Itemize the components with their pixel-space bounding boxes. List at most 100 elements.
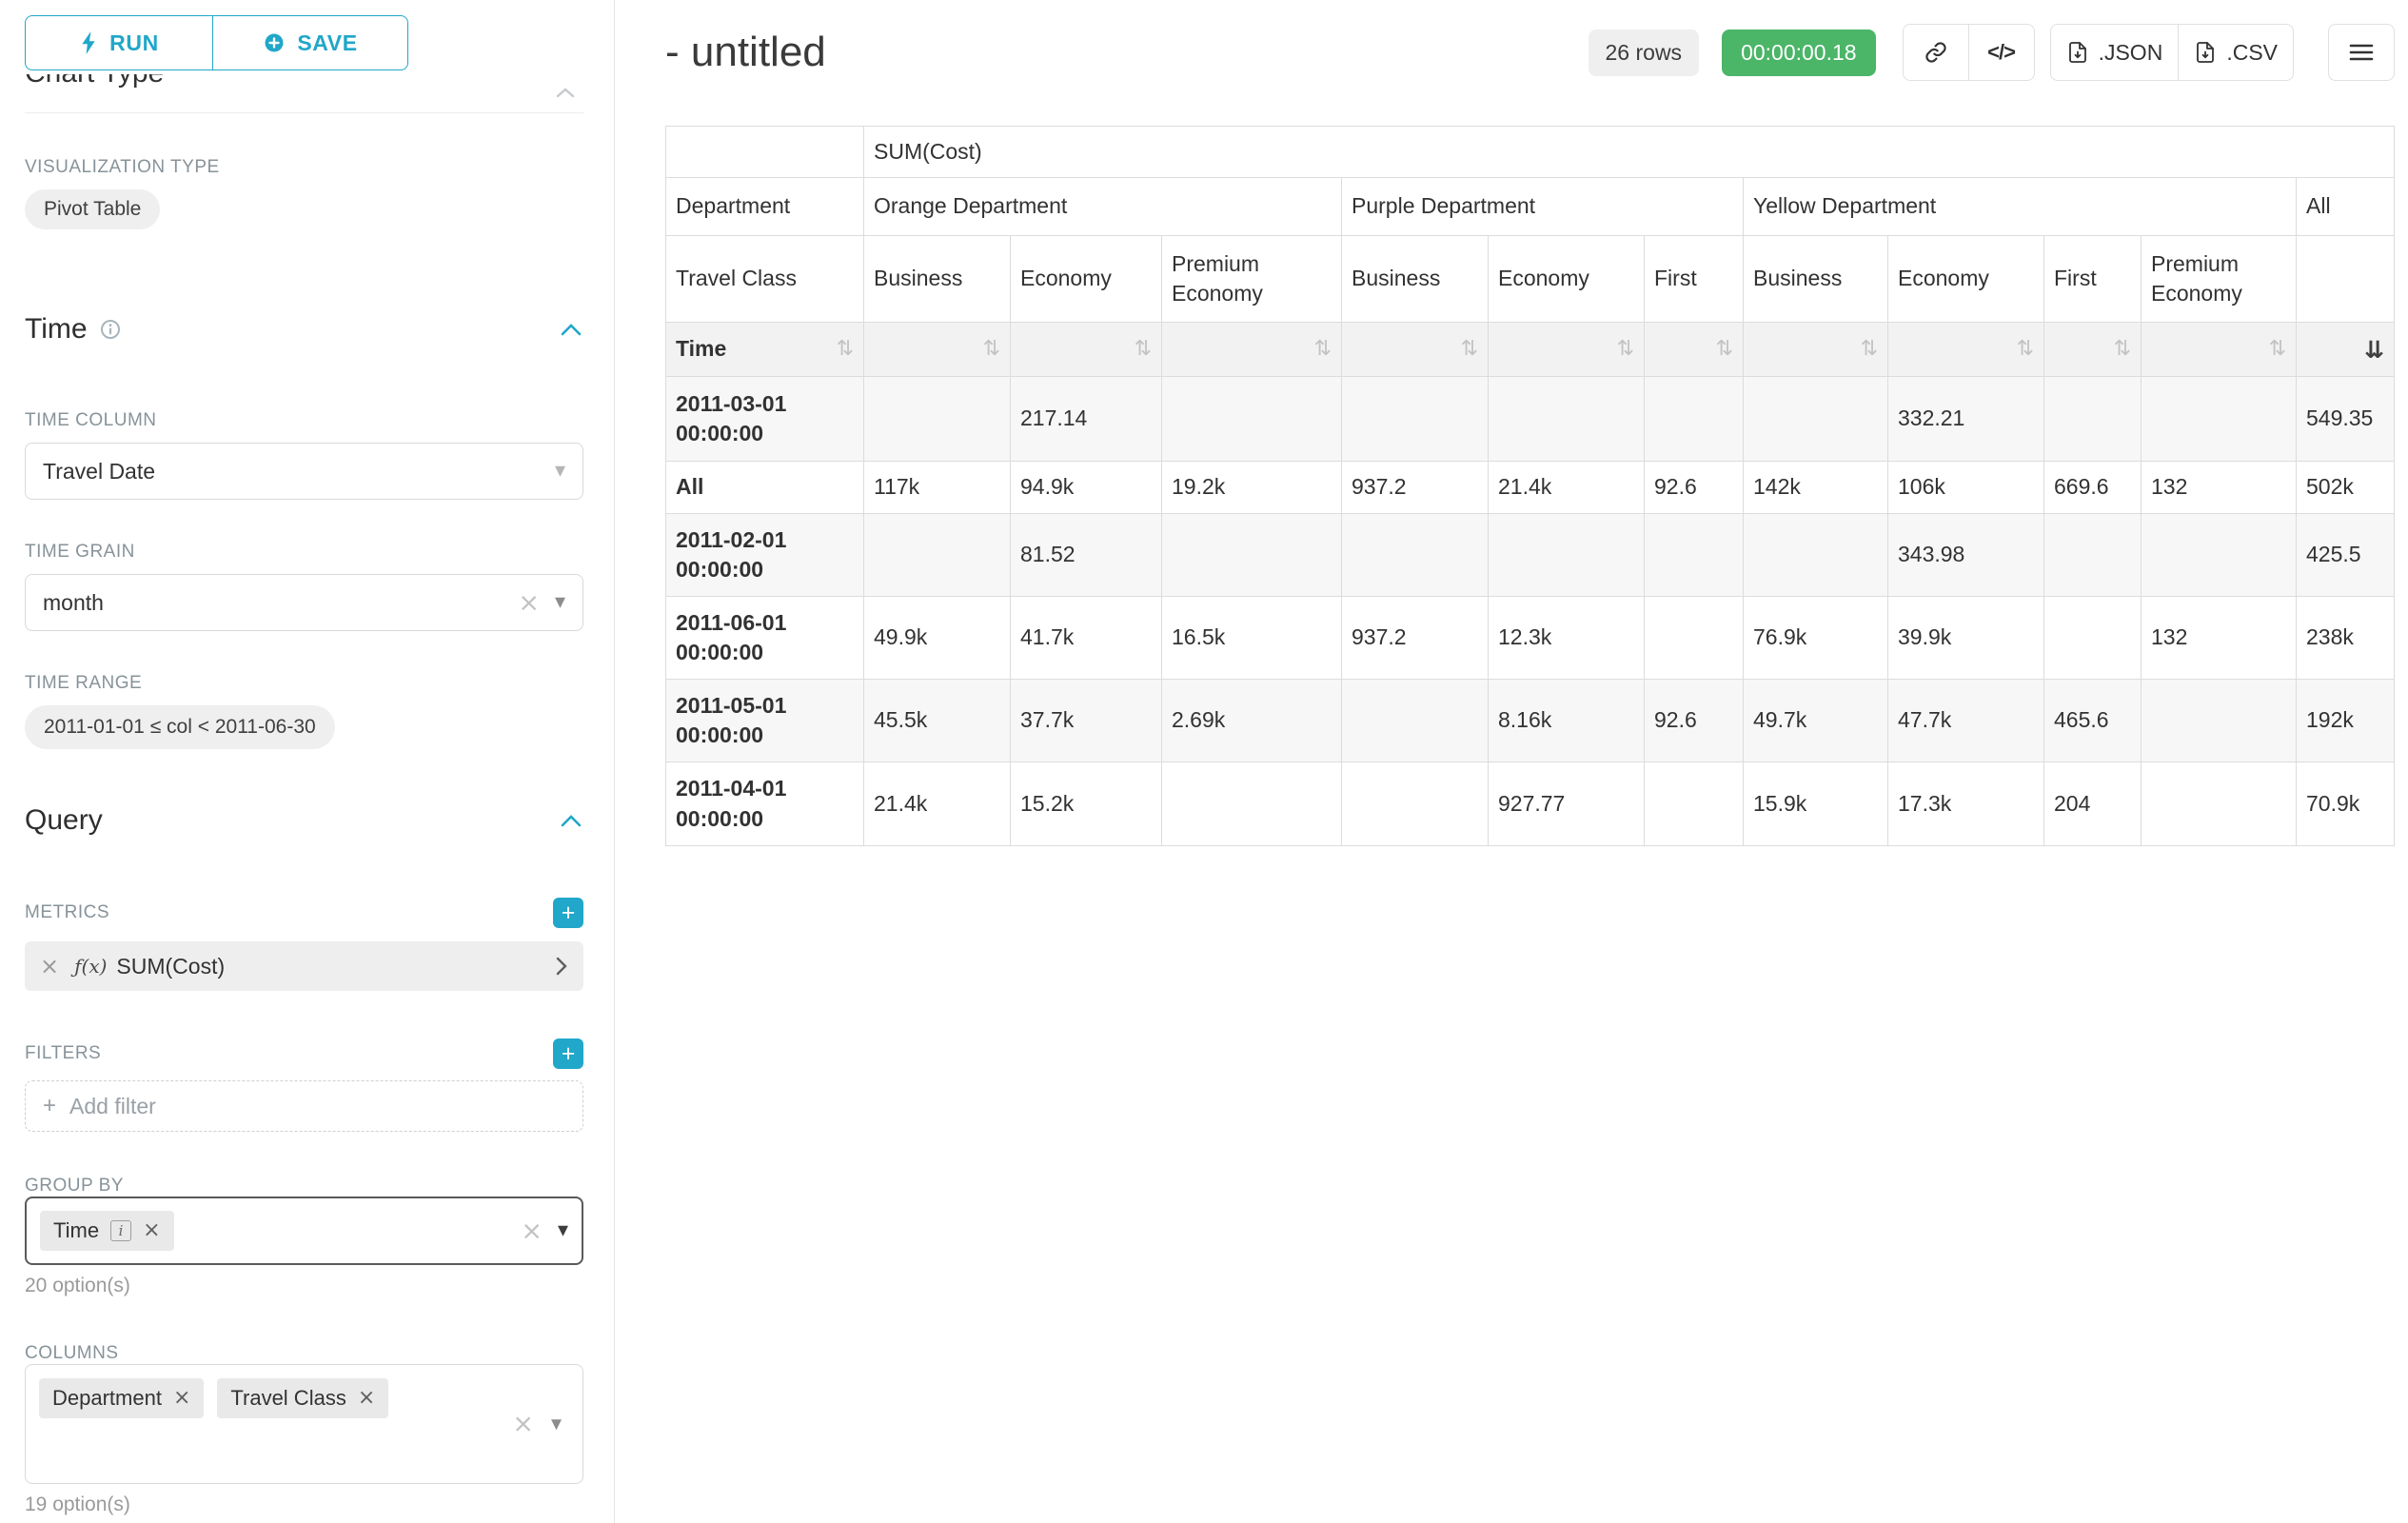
time-grain-select[interactable]: month × ▾ <box>25 574 583 631</box>
pivot-row-header: 2011-06-01 00:00:00 <box>666 597 864 680</box>
pivot-value-cell <box>2142 377 2297 462</box>
query-section-title: Query <box>25 804 103 837</box>
columns-select[interactable]: Department × Travel Class × × ▾ <box>25 1364 583 1484</box>
sort-icon[interactable]: ⇅ <box>2017 339 2034 360</box>
sortable-column-header: ⇊ <box>2297 323 2395 377</box>
pivot-value-cell: 70.9k <box>2297 762 2395 846</box>
metrics-header-row: METRICS + <box>25 898 583 928</box>
pivot-row-header: 2011-04-01 00:00:00 <box>666 762 864 846</box>
pivot-value-cell: 937.2 <box>1342 462 1489 514</box>
pivot-value-cell <box>1342 514 1489 597</box>
chart-type-section-header[interactable]: Chart Type <box>25 74 583 99</box>
columns-tag-department[interactable]: Department × <box>39 1378 204 1418</box>
columns-options-count: 19 option(s) <box>25 1493 583 1516</box>
sort-icon[interactable]: ⇅ <box>837 339 854 360</box>
pivot-table-row: All117k94.9k19.2k937.221.4k92.6142k106k6… <box>666 462 2395 514</box>
sort-icon[interactable]: ⇅ <box>1135 339 1152 360</box>
view-query-button[interactable]: </> <box>1968 24 2035 81</box>
columns-tag-label: Travel Class <box>230 1386 345 1411</box>
travel-class-header: Premium Economy <box>1162 236 1342 323</box>
sortable-column-header: ⇅ <box>1645 323 1744 377</box>
export-json-button[interactable]: .JSON <box>2050 24 2180 81</box>
pivot-value-cell: 192k <box>2297 680 2395 762</box>
pivot-row-header: 2011-05-01 00:00:00 <box>666 680 864 762</box>
pivot-value-cell: 49.9k <box>864 597 1011 680</box>
sort-icon[interactable]: ⇅ <box>1461 339 1478 360</box>
sort-icon[interactable]: ⇅ <box>983 339 1000 360</box>
query-section-header[interactable]: Query <box>25 801 583 841</box>
save-button[interactable]: SAVE <box>212 15 408 70</box>
time-section-header[interactable]: Time <box>25 309 583 349</box>
chart-menu-button[interactable] <box>2328 24 2395 81</box>
pivot-value-cell: 17.3k <box>1888 762 2044 846</box>
time-column-label: TIME COLUMN <box>25 410 583 431</box>
export-json-label: .JSON <box>2099 40 2163 66</box>
travel-class-header: Economy <box>1888 236 2044 323</box>
collapse-query-section-icon[interactable] <box>559 813 583 828</box>
chevron-down-icon[interactable]: ▾ <box>555 592 565 613</box>
metric-option[interactable]: × ƒ(x) SUM(Cost) <box>25 941 583 991</box>
clear-icon[interactable]: × <box>518 590 540 616</box>
chevron-right-icon[interactable] <box>555 956 568 977</box>
pivot-value-cell: 21.4k <box>864 762 1011 846</box>
pivot-corner-cell <box>666 127 864 178</box>
group-by-select[interactable]: Time i × × ▾ <box>25 1197 583 1265</box>
columns-tag-travel-class[interactable]: Travel Class × <box>217 1378 388 1418</box>
sortable-column-header: ⇅ <box>864 323 1011 377</box>
sortable-column-header: ⇅ <box>2044 323 2142 377</box>
pivot-value-cell: 92.6 <box>1645 680 1744 762</box>
section-divider <box>25 112 583 113</box>
chart-header-controls: 26 rows 00:00:00.18 </> <box>1589 24 2395 81</box>
pivot-table: SUM(Cost)DepartmentOrange DepartmentPurp… <box>665 126 2395 846</box>
chevron-down-icon[interactable]: ▾ <box>551 1414 562 1434</box>
sort-icon[interactable]: ⇅ <box>1716 339 1733 360</box>
code-icon: </> <box>1987 40 2015 65</box>
sort-icon[interactable]: ⇅ <box>1617 339 1634 360</box>
export-csv-button[interactable]: .CSV <box>2178 24 2294 81</box>
remove-metric-icon[interactable]: × <box>40 955 59 978</box>
chevron-down-icon[interactable]: ▾ <box>558 1220 568 1241</box>
filters-header-row: FILTERS + <box>25 1038 583 1069</box>
pivot-value-cell <box>1645 762 1744 846</box>
sort-icon[interactable]: ⇅ <box>2269 339 2286 360</box>
pivot-table-row: 2011-03-01 00:00:00217.14332.21549.35 <box>666 377 2395 462</box>
sortable-column-header: ⇅ <box>1162 323 1342 377</box>
add-metric-button[interactable]: + <box>553 898 583 928</box>
run-button[interactable]: RUN <box>25 15 213 70</box>
time-column-select[interactable]: Travel Date ▾ <box>25 443 583 500</box>
remove-tag-icon[interactable]: × <box>358 1388 375 1409</box>
viz-type-value[interactable]: Pivot Table <box>25 189 160 229</box>
time-range-value[interactable]: 2011-01-01 ≤ col < 2011-06-30 <box>25 705 335 749</box>
clear-icon[interactable]: × <box>512 1412 534 1437</box>
run-save-button-group: RUN SAVE <box>25 15 583 70</box>
remove-tag-icon[interactable]: × <box>173 1388 190 1409</box>
pivot-value-cell: 12.3k <box>1489 597 1645 680</box>
chevron-up-icon <box>555 86 576 99</box>
plus-icon: + <box>43 1093 56 1119</box>
pivot-value-cell <box>1645 597 1744 680</box>
column-info-icon: i <box>110 1220 131 1241</box>
remove-tag-icon[interactable]: × <box>143 1220 160 1241</box>
add-filter-button[interactable]: + Add filter <box>25 1080 583 1132</box>
row-count-badge: 26 rows <box>1589 30 1700 76</box>
copy-link-button[interactable] <box>1903 24 1969 81</box>
pivot-value-cell: 927.77 <box>1489 762 1645 846</box>
chevron-down-icon[interactable]: ▾ <box>555 461 565 482</box>
plus-circle-icon <box>263 31 286 54</box>
clear-icon[interactable]: × <box>521 1218 543 1244</box>
pivot-value-cell: 45.5k <box>864 680 1011 762</box>
sortable-column-header: ⇅ <box>1342 323 1489 377</box>
collapse-time-section-icon[interactable] <box>559 322 583 337</box>
sort-icon[interactable]: ⇅ <box>2114 339 2131 360</box>
group-by-tag-time[interactable]: Time i × <box>40 1211 174 1251</box>
pivot-value-cell: 81.52 <box>1011 514 1162 597</box>
metric-header-cell: SUM(Cost) <box>864 127 2395 178</box>
add-filter-plus-button[interactable]: + <box>553 1038 583 1069</box>
sort-icon[interactable]: ⇅ <box>1861 339 1878 360</box>
pivot-value-cell: 132 <box>2142 597 2297 680</box>
pivot-value-cell: 41.7k <box>1011 597 1162 680</box>
sort-icon[interactable]: ⇅ <box>1314 339 1332 360</box>
function-icon: ƒ(x) <box>74 955 107 978</box>
sort-descending-icon[interactable]: ⇊ <box>2364 338 2384 362</box>
row-dimension-header: Time⇅ <box>666 323 864 377</box>
